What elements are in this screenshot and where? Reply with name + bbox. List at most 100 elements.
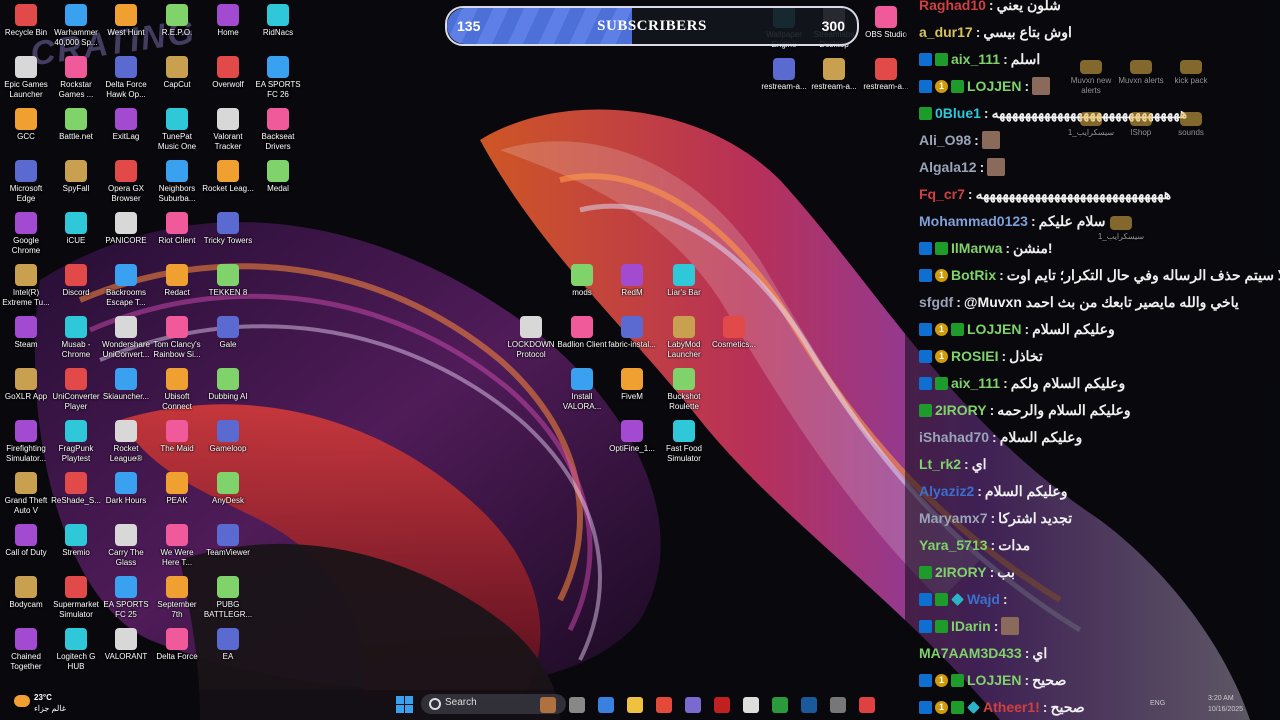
desktop-icon-bodycam[interactable]: Bodycam — [0, 576, 52, 628]
desktop-icon-valorant-tracker[interactable]: Valorant Tracker — [202, 108, 254, 160]
desktop-icon-peak[interactable]: PEAK — [151, 472, 203, 524]
desktop-icon-redm[interactable]: RedM — [606, 264, 658, 316]
desktop-icon-gale[interactable]: Gale — [202, 316, 254, 368]
clock-time[interactable]: 3:20 AM — [1208, 695, 1234, 702]
folder-1[interactable]: سيسكرايب_1 — [1095, 212, 1147, 264]
desktop-icon-medal[interactable]: Medal — [252, 160, 304, 212]
weather-widget[interactable]: 23°C غالم جزاء — [10, 692, 80, 718]
desktop-icon-west-hunt[interactable]: West Hunt — [100, 4, 152, 56]
desktop-icon-fivem[interactable]: FiveM — [606, 368, 658, 420]
taskbar-chrome-icon[interactable] — [656, 697, 672, 713]
taskbar-widget-icon[interactable] — [540, 697, 556, 713]
desktop-icon-home[interactable]: Home — [202, 4, 254, 56]
desktop-icon-delta-force[interactable]: Delta Force — [151, 628, 203, 680]
desktop-icon-gameloop[interactable]: Gameloop — [202, 420, 254, 472]
desktop-icon-pubg-battlegr[interactable]: PUBG BATTLEGR... — [202, 576, 254, 628]
desktop-icon-optifine-1[interactable]: OptiFine_1... — [606, 420, 658, 472]
taskbar-file-explorer-icon[interactable] — [627, 697, 643, 713]
taskbar-app-icon[interactable] — [830, 697, 846, 713]
desktop-icon-lockdown-protocol[interactable]: LOCKDOWN Protocol — [505, 316, 557, 368]
desktop-icon-logitech-g-hub[interactable]: Logitech G HUB — [50, 628, 102, 680]
folder-1[interactable]: سيسكرايب_1 — [1065, 108, 1117, 160]
desktop-icon-tekken-8[interactable]: TEKKEN 8 — [202, 264, 254, 316]
desktop-icon-fast-food-simulator[interactable]: Fast Food Simulator — [658, 420, 710, 472]
desktop-icon-chained-together[interactable]: Chained Together — [0, 628, 52, 680]
desktop-icon-badlion-client[interactable]: Badlion Client — [556, 316, 608, 368]
desktop-icon-cosmetics[interactable]: Cosmetics... — [708, 316, 760, 368]
desktop-icon-tunepat-music-one[interactable]: TunePat Music One — [151, 108, 203, 160]
start-button[interactable] — [396, 696, 413, 713]
desktop-icon-fabric-instal[interactable]: fabric-instal... — [606, 316, 658, 368]
desktop-icon-battle-net[interactable]: Battle.net — [50, 108, 102, 160]
desktop-icon-discord[interactable]: Discord — [50, 264, 102, 316]
desktop-icon-dubbing-ai[interactable]: Dubbing AI — [202, 368, 254, 420]
desktop-icon-ridnacs[interactable]: RidNacs — [252, 4, 304, 56]
desktop-icon-tom-clancy-s-rainbow-si[interactable]: Tom Clancy's Rainbow Si... — [151, 316, 203, 368]
desktop-icon-ea-sports-fc-25[interactable]: EA SPORTS FC 25 — [100, 576, 152, 628]
desktop-icon-call-of-duty[interactable]: Call of Duty — [0, 524, 52, 576]
taskbar-discord-icon[interactable] — [685, 697, 701, 713]
desktop-icon-opera-gx-browser[interactable]: Opera GX Browser — [100, 160, 152, 212]
desktop-icon-uniconverter-player[interactable]: UniConverter Player — [50, 368, 102, 420]
desktop-icon-we-were-here-t[interactable]: We Were Here T... — [151, 524, 203, 576]
desktop-icon-teamviewer[interactable]: TeamViewer — [202, 524, 254, 576]
desktop-icon-steam[interactable]: Steam — [0, 316, 52, 368]
clock-date[interactable]: 10/16/2025 — [1208, 706, 1243, 713]
desktop-icon-labymod-launcher[interactable]: LabyMod Launcher — [658, 316, 710, 368]
desktop-icon-skiauncher[interactable]: Skiauncher... — [100, 368, 152, 420]
desktop-icon-rockstar-games[interactable]: Rockstar Games ... — [50, 56, 102, 108]
desktop-icon-panicore[interactable]: PANICORE — [100, 212, 152, 264]
desktop-icon-ea-sports-fc-26[interactable]: EA SPORTS FC 26 — [252, 56, 304, 108]
folder-sounds[interactable]: sounds — [1165, 108, 1217, 160]
taskbar-copilot-icon[interactable] — [598, 697, 614, 713]
language-indicator[interactable]: ENG — [1150, 700, 1165, 707]
desktop-icon-backseat-drivers[interactable]: Backseat Drivers — [252, 108, 304, 160]
desktop-icon-r-e-p-o[interactable]: R.E.P.O. — [151, 4, 203, 56]
desktop-icon-firefighting-simulator[interactable]: Firefighting Simulator... — [0, 420, 52, 472]
desktop-icon-rocket-league[interactable]: Rocket League® — [100, 420, 152, 472]
folder-muvxn-new-alerts[interactable]: Muvxn new alerts — [1065, 56, 1117, 108]
desktop-icon-dark-hours[interactable]: Dark Hours — [100, 472, 152, 524]
desktop-icon-gcc[interactable]: GCC — [0, 108, 52, 160]
desktop-icon-warhammer-40-000-sp[interactable]: Warhammer 40,000 Sp... — [50, 4, 102, 56]
taskbar-task-view-icon[interactable] — [569, 697, 585, 713]
desktop-icon-rocket-leag[interactable]: Rocket Leag... — [202, 160, 254, 212]
desktop-icon-wondershare-uniconvert[interactable]: Wondershare UniConvert... — [100, 316, 152, 368]
folder-lshop[interactable]: lShop — [1115, 108, 1167, 160]
desktop-icon-liar-s-bar[interactable]: Liar's Bar — [658, 264, 710, 316]
taskbar-steam-icon[interactable] — [801, 697, 817, 713]
desktop-icon-delta-force-hawk-op[interactable]: Delta Force Hawk Op... — [100, 56, 152, 108]
desktop-icon-riot-client[interactable]: Riot Client — [151, 212, 203, 264]
folder-kick-pack[interactable]: kick pack — [1165, 56, 1217, 108]
desktop-icon-epic-games-launcher[interactable]: Epic Games Launcher — [0, 56, 52, 108]
desktop-icon-carry-the-glass[interactable]: Carry The Glass — [100, 524, 152, 576]
desktop-icon-exitlag[interactable]: ExitLag — [100, 108, 152, 160]
desktop-icon-ea[interactable]: EA — [202, 628, 254, 680]
desktop-icon-supermarket-simulator[interactable]: Supermarket Simulator — [50, 576, 102, 628]
desktop-icon-musab-chrome[interactable]: Musab - Chrome — [50, 316, 102, 368]
desktop-icon-restream-a[interactable]: restream-a... — [808, 58, 860, 110]
taskbar-redm-icon[interactable] — [714, 697, 730, 713]
desktop-icon-reshade-s[interactable]: ReShade_S... — [50, 472, 102, 524]
desktop-icon-intel-r-extreme-tu[interactable]: Intel(R) Extreme Tu... — [0, 264, 52, 316]
desktop-icon-anydesk[interactable]: AnyDesk — [202, 472, 254, 524]
desktop-icon-icue[interactable]: iCUE — [50, 212, 102, 264]
desktop-icon-grand-theft-auto-v[interactable]: Grand Theft Auto V — [0, 472, 52, 524]
desktop-icon-restream-a[interactable]: restream-a... — [758, 58, 810, 110]
taskbar-record-icon[interactable] — [859, 697, 875, 713]
desktop-icon-september-7th[interactable]: September 7th — [151, 576, 203, 628]
taskbar-nvidia-icon[interactable] — [772, 697, 788, 713]
taskbar-obs-icon[interactable] — [743, 697, 759, 713]
desktop-icon-capcut[interactable]: CapCut — [151, 56, 203, 108]
desktop-icon-fragpunk-playtest[interactable]: FragPunk Playtest — [50, 420, 102, 472]
desktop-icon-recycle-bin[interactable]: Recycle Bin — [0, 4, 52, 56]
folder-muvxn-alerts[interactable]: Muvxn alerts — [1115, 56, 1167, 108]
desktop-icon-google-chrome[interactable]: Google Chrome — [0, 212, 52, 264]
desktop-icon-valorant[interactable]: VALORANT — [100, 628, 152, 680]
desktop-icon-mods[interactable]: mods — [556, 264, 608, 316]
desktop-icon-overwolf[interactable]: Overwolf — [202, 56, 254, 108]
desktop-icon-ubisoft-connect[interactable]: Ubisoft Connect — [151, 368, 203, 420]
desktop-icon-the-maid[interactable]: The Maid — [151, 420, 203, 472]
desktop-icon-spyfall[interactable]: SpyFall — [50, 160, 102, 212]
desktop-icon-redact[interactable]: Redact — [151, 264, 203, 316]
